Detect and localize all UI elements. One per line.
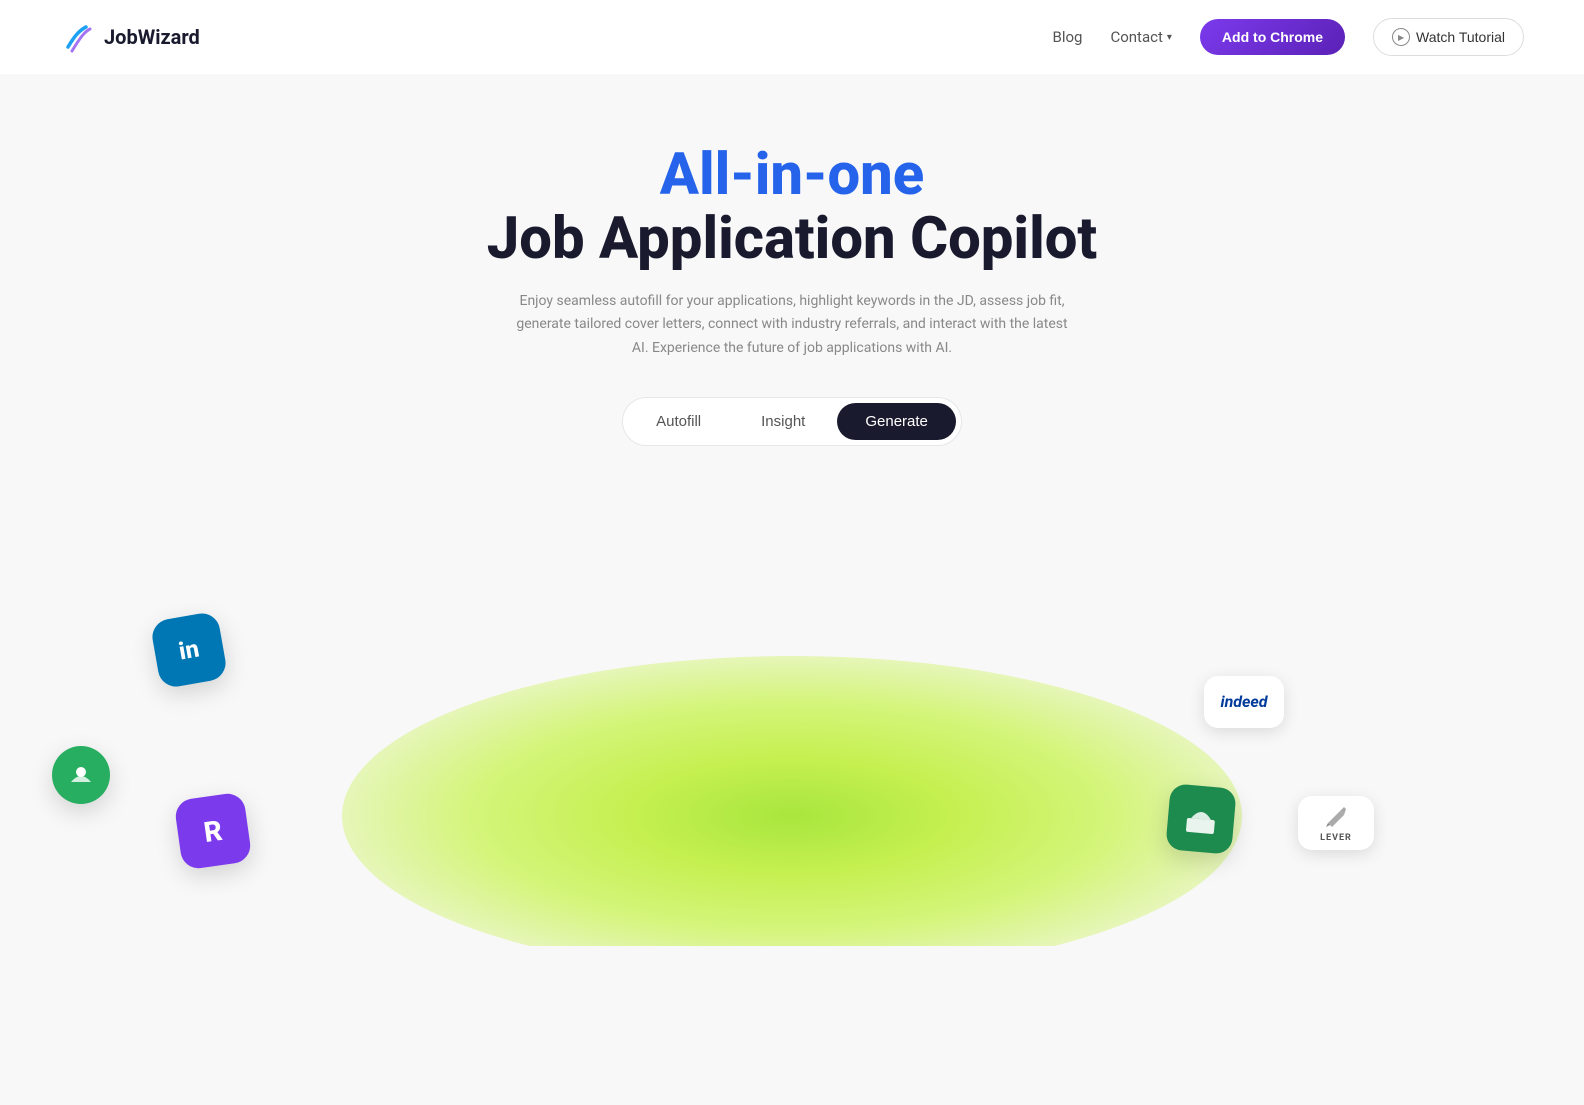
- logo-icon: [60, 19, 96, 55]
- contact-dropdown[interactable]: Contact ▾: [1110, 28, 1171, 46]
- lever-text: LEVER: [1320, 833, 1352, 843]
- contact-label: Contact: [1110, 28, 1162, 46]
- tab-autofill[interactable]: Autofill: [628, 403, 729, 440]
- lever-icon: LEVER: [1298, 796, 1374, 850]
- feature-tabs: Autofill Insight Generate: [622, 397, 962, 446]
- linkedin-icon: in: [150, 611, 229, 690]
- hero-title-blue: All-in-one: [20, 144, 1564, 208]
- navbar: JobWizard Blog Contact ▾ Add to Chrome ▶…: [0, 0, 1584, 74]
- indeed-icon: indeed: [1204, 676, 1284, 728]
- greenhouse-icon: [52, 746, 110, 804]
- hero-subtitle: Enjoy seamless autofill for your applica…: [512, 290, 1072, 361]
- watch-tutorial-button[interactable]: ▶ Watch Tutorial: [1373, 18, 1524, 56]
- floating-icons-area: in R indeed LEVER: [0, 546, 1584, 946]
- greenhouse-square-icon: [1165, 783, 1237, 855]
- hero-section: All-in-one Job Application Copilot Enjoy…: [0, 74, 1584, 486]
- recruitee-icon: R: [173, 791, 252, 870]
- add-to-chrome-button[interactable]: Add to Chrome: [1200, 19, 1345, 55]
- logo-text: JobWizard: [104, 25, 200, 49]
- hero-title-dark: Job Application Copilot: [20, 208, 1564, 272]
- nav-links: Blog Contact ▾ Add to Chrome ▶ Watch Tut…: [1052, 18, 1524, 56]
- tab-generate[interactable]: Generate: [837, 403, 956, 440]
- logo[interactable]: JobWizard: [60, 19, 200, 55]
- watch-tutorial-label: Watch Tutorial: [1416, 29, 1505, 45]
- blog-link[interactable]: Blog: [1052, 28, 1082, 46]
- chevron-down-icon: ▾: [1167, 32, 1172, 43]
- play-icon: ▶: [1392, 28, 1410, 46]
- tab-insight[interactable]: Insight: [733, 403, 833, 440]
- green-glow-bg: [342, 656, 1242, 946]
- tabs-container: Autofill Insight Generate: [20, 397, 1564, 446]
